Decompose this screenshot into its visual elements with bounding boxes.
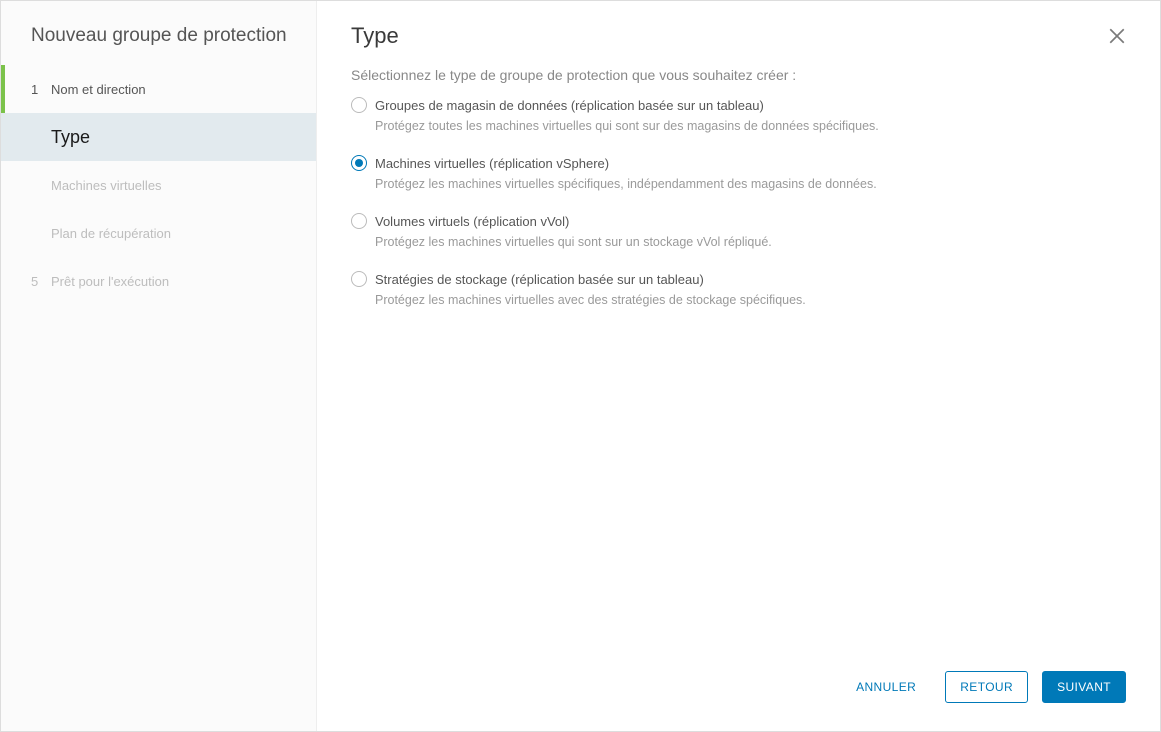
close-button[interactable] bbox=[1108, 27, 1126, 45]
option-description: Protégez les machines virtuelles spécifi… bbox=[375, 177, 1126, 191]
option-description: Protégez les machines virtuelles avec de… bbox=[375, 293, 1126, 307]
step-recovery-plan: Plan de récupération bbox=[1, 209, 316, 257]
back-button[interactable]: RETOUR bbox=[945, 671, 1028, 703]
option-row[interactable]: Groupes de magasin de données (réplicati… bbox=[351, 97, 1126, 113]
option-virtual-machines: Machines virtuelles (réplication vSphere… bbox=[351, 155, 1126, 191]
option-row[interactable]: Stratégies de stockage (réplication basé… bbox=[351, 271, 1126, 287]
option-label: Machines virtuelles (réplication vSphere… bbox=[375, 156, 609, 171]
wizard-title: Nouveau groupe de protection bbox=[1, 1, 316, 65]
step-virtual-machines: Machines virtuelles bbox=[1, 161, 316, 209]
main-body: Sélectionnez le type de groupe de protec… bbox=[317, 67, 1160, 653]
option-description: Protégez les machines virtuelles qui son… bbox=[375, 235, 1126, 249]
wizard-sidebar: Nouveau groupe de protection 1 Nom et di… bbox=[1, 1, 317, 731]
option-description: Protégez toutes les machines virtuelles … bbox=[375, 119, 1126, 133]
wizard-dialog: Nouveau groupe de protection 1 Nom et di… bbox=[0, 0, 1161, 732]
option-row[interactable]: Machines virtuelles (réplication vSphere… bbox=[351, 155, 1126, 171]
step-label: Nom et direction bbox=[51, 82, 146, 97]
step-label: Plan de récupération bbox=[51, 226, 171, 241]
step-type[interactable]: Type bbox=[1, 113, 316, 161]
step-ready: 5 Prêt pour l'exécution bbox=[1, 257, 316, 305]
option-datastore-groups: Groupes de magasin de données (réplicati… bbox=[351, 97, 1126, 133]
close-icon bbox=[1108, 27, 1126, 45]
radio-icon[interactable] bbox=[351, 213, 367, 229]
next-button[interactable]: SUIVANT bbox=[1042, 671, 1126, 703]
step-number: 1 bbox=[31, 82, 47, 97]
option-row[interactable]: Volumes virtuels (réplication vVol) bbox=[351, 213, 1126, 229]
step-label: Machines virtuelles bbox=[51, 178, 162, 193]
wizard-main: Type Sélectionnez le type de groupe de p… bbox=[317, 1, 1160, 731]
option-virtual-volumes: Volumes virtuels (réplication vVol) Prot… bbox=[351, 213, 1126, 249]
step-label: Prêt pour l'exécution bbox=[51, 274, 169, 289]
step-label: Type bbox=[51, 127, 90, 148]
wizard-footer: ANNULER RETOUR SUIVANT bbox=[317, 653, 1160, 731]
wizard-steps: 1 Nom et direction Type Machines virtuel… bbox=[1, 65, 316, 305]
radio-icon[interactable] bbox=[351, 155, 367, 171]
radio-icon[interactable] bbox=[351, 97, 367, 113]
page-title: Type bbox=[351, 23, 399, 49]
main-header: Type bbox=[317, 1, 1160, 67]
option-label: Groupes de magasin de données (réplicati… bbox=[375, 98, 764, 113]
page-instruction: Sélectionnez le type de groupe de protec… bbox=[351, 67, 1126, 83]
step-name-direction[interactable]: 1 Nom et direction bbox=[1, 65, 316, 113]
option-label: Stratégies de stockage (réplication basé… bbox=[375, 272, 704, 287]
option-label: Volumes virtuels (réplication vVol) bbox=[375, 214, 569, 229]
cancel-button[interactable]: ANNULER bbox=[841, 671, 931, 703]
option-storage-policies: Stratégies de stockage (réplication basé… bbox=[351, 271, 1126, 307]
radio-icon[interactable] bbox=[351, 271, 367, 287]
step-number: 5 bbox=[31, 274, 47, 289]
